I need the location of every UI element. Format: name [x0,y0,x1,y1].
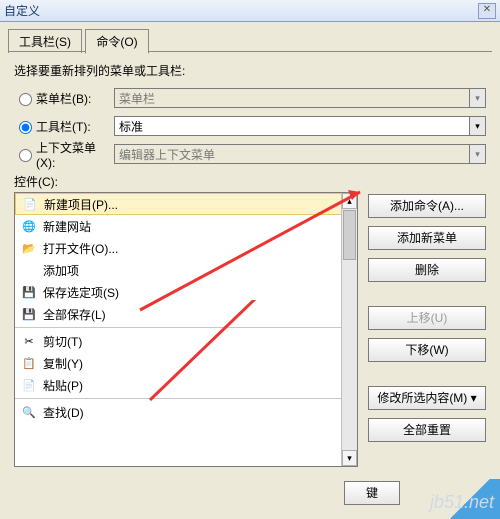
item-icon: 📋 [21,355,37,371]
item-label: 新建项目(P)... [44,196,118,213]
item-label: 查找(D) [43,404,84,421]
list-item[interactable]: 添加项 [15,259,357,281]
radio-toolbar[interactable]: 工具栏(T): [14,118,114,135]
item-label: 剪切(T) [43,333,82,350]
hint-text: 选择要重新排列的菜单或工具栏: [14,62,486,79]
scrollbar[interactable]: ▴ ▾ [341,193,357,466]
radio-menubar[interactable]: 菜单栏(B): [14,90,114,107]
delete-button[interactable]: 删除 [368,258,486,282]
close-icon[interactable]: ✕ [478,3,496,19]
list-item[interactable]: 💾 全部保存(L) [15,303,357,325]
modify-selection-button[interactable]: 修改所选内容(M) ▾ [368,386,486,410]
radio-context[interactable]: 上下文菜单(X): [14,139,114,170]
bottom-button[interactable]: 键 [344,481,400,505]
item-label: 新建网站 [43,218,91,235]
list-item[interactable]: 🔍 查找(D) [15,401,357,423]
add-menu-button[interactable]: 添加新菜单 [368,226,486,250]
window-title: 自定义 [4,2,40,19]
scroll-up-icon[interactable]: ▴ [342,193,357,209]
tab-toolbar[interactable]: 工具栏(S) [8,29,82,53]
item-icon: 💾 [21,306,37,322]
scroll-thumb[interactable] [343,210,356,260]
item-icon: 📄 [21,377,37,393]
scroll-down-icon[interactable]: ▾ [342,450,357,466]
item-icon: 📄 [22,196,38,212]
add-command-button[interactable]: 添加命令(A)... [368,194,486,218]
list-item[interactable]: ✂ 剪切(T) [15,330,357,352]
item-icon: ✂ [21,333,37,349]
item-icon [21,262,37,278]
item-label: 全部保存(L) [43,306,106,323]
list-item[interactable]: 📄 新建项目(P)... [15,193,357,215]
list-item[interactable]: 📄 粘贴(P) [15,374,357,396]
controls-listbox[interactable]: 📄新建项目(P)...🌐新建网站📂打开文件(O)...添加项💾保存选定项(S)💾… [14,192,358,467]
controls-label: 控件(C): [14,173,486,190]
chevron-down-icon: ▾ [469,145,485,163]
item-icon: 💾 [21,284,37,300]
item-icon: 📂 [21,240,37,256]
move-up-button[interactable]: 上移(U) [368,306,486,330]
tab-strip: 工具栏(S) 命令(O) [8,28,492,52]
item-label: 复制(Y) [43,355,83,372]
item-label: 添加项 [43,262,79,279]
reset-all-button[interactable]: 全部重置 [368,418,486,442]
chevron-down-icon: ▾ [469,89,485,107]
tab-commands[interactable]: 命令(O) [85,29,148,54]
item-label: 粘贴(P) [43,377,83,394]
move-down-button[interactable]: 下移(W) [368,338,486,362]
chevron-down-icon[interactable]: ▾ [469,117,485,135]
list-item[interactable]: 💾 保存选定项(S) [15,281,357,303]
watermark-text: jb51.net [430,492,494,513]
list-item[interactable]: 📋 复制(Y) [15,352,357,374]
combo-context: 编辑器上下文菜单▾ [114,144,486,164]
item-icon: 🌐 [21,218,37,234]
item-label: 打开文件(O)... [43,240,118,257]
list-item[interactable]: 🌐 新建网站 [15,215,357,237]
item-icon: 🔍 [21,404,37,420]
title-bar: 自定义 ✕ [0,0,500,22]
combo-menubar: 菜单栏▾ [114,88,486,108]
combo-toolbar[interactable]: 标准▾ [114,116,486,136]
list-item[interactable]: 📂 打开文件(O)... [15,237,357,259]
item-label: 保存选定项(S) [43,284,119,301]
